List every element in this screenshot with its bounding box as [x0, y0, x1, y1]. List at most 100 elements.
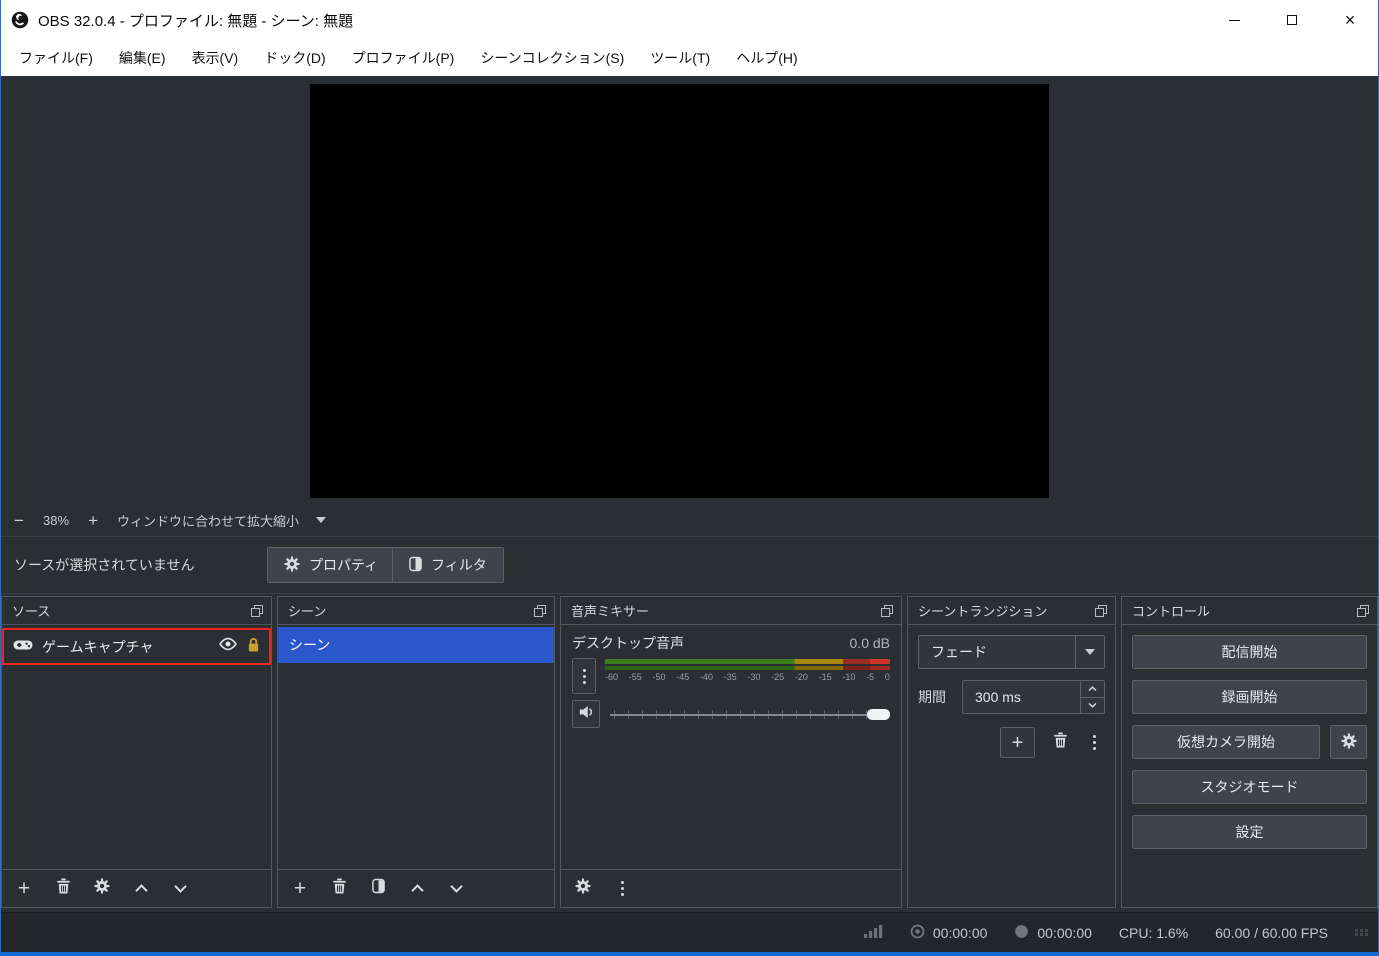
audio-mixer-dock: 音声ミキサー デスクトップ音声 0.0 dB: [560, 596, 902, 908]
gear-icon: [575, 878, 591, 899]
fit-to-window-label[interactable]: ウィンドウに合わせて拡大縮小: [117, 511, 299, 530]
source-item-game-capture[interactable]: ゲームキャプチャ: [2, 628, 271, 665]
move-scene-up-button[interactable]: [408, 877, 426, 901]
virtual-camera-settings-button[interactable]: [1330, 725, 1367, 759]
speaker-icon: [578, 705, 594, 724]
transition-select[interactable]: フェード: [918, 635, 1105, 669]
menu-help[interactable]: ヘルプ(H): [723, 40, 810, 76]
fps-indicator: 60.00 / 60.00 FPS: [1215, 925, 1328, 941]
menu-view[interactable]: 表示(V): [179, 40, 252, 76]
chevron-up-icon: [134, 880, 149, 898]
volume-slider[interactable]: [610, 706, 890, 723]
resize-grip[interactable]: [1355, 929, 1369, 936]
scenes-dock: シーン シーン +: [277, 596, 555, 908]
remove-transition-button[interactable]: [1051, 731, 1069, 755]
trash-icon: [332, 878, 347, 899]
scene-item-selected[interactable]: シーン: [278, 627, 554, 663]
close-button[interactable]: ×: [1321, 0, 1379, 40]
preview-canvas[interactable]: [310, 84, 1049, 498]
transitions-dock-title: シーントランジション: [918, 601, 1047, 620]
start-virtual-camera-button[interactable]: 仮想カメラ開始: [1132, 725, 1320, 759]
minimize-icon: [1229, 20, 1240, 21]
menu-profile[interactable]: プロファイル(P): [339, 40, 468, 76]
popout-icon[interactable]: [534, 605, 546, 617]
scenes-toolbar: +: [278, 869, 554, 907]
add-scene-button[interactable]: +: [291, 877, 309, 901]
maximize-button[interactable]: [1263, 0, 1321, 40]
window-controls: ×: [1205, 0, 1379, 40]
divider: [0, 593, 1379, 594]
mixer-dock-header: 音声ミキサー: [561, 597, 901, 625]
popout-icon[interactable]: [881, 605, 893, 617]
menu-scene-collection[interactable]: シーンコレクション(S): [467, 40, 637, 76]
zoom-level: 38%: [43, 513, 69, 528]
visibility-eye-icon[interactable]: [218, 637, 238, 656]
duration-spin-buttons: [1080, 681, 1104, 713]
menu-tools[interactable]: ツール(T): [637, 40, 723, 76]
titlebar: OBS 32.0.4 - プロファイル: 無題 - シーン: 無題 ×: [0, 0, 1379, 40]
zoom-out-button[interactable]: −: [12, 512, 26, 529]
gamepad-icon: [13, 638, 33, 656]
menu-edit[interactable]: 編集(E): [106, 40, 179, 76]
studio-mode-button[interactable]: スタジオモード: [1132, 770, 1367, 804]
properties-button[interactable]: プロパティ: [267, 547, 395, 583]
record-status-icon: [1014, 924, 1029, 942]
lock-icon[interactable]: [247, 637, 260, 657]
menu-docks[interactable]: ドック(D): [251, 40, 338, 76]
filter-icon: [409, 556, 422, 575]
preview-scale-caret-icon[interactable]: [316, 517, 326, 523]
duration-decrease-button[interactable]: [1081, 698, 1104, 714]
mute-toggle-button[interactable]: [572, 700, 600, 728]
preview-zoom-controls: − 38% + ウィンドウに合わせて拡大縮小: [12, 508, 326, 532]
taskbar-edge: [0, 952, 1379, 956]
source-properties-button[interactable]: [93, 877, 111, 901]
obs-logo-icon: [11, 11, 29, 29]
source-selection-status: ソースが選択されていません: [14, 537, 194, 593]
popout-icon[interactable]: [1357, 605, 1369, 617]
remove-scene-button[interactable]: [330, 877, 348, 901]
filters-button-label: フィルタ: [431, 555, 487, 575]
slider-track: [610, 714, 890, 716]
plus-icon: +: [18, 879, 30, 899]
add-transition-button[interactable]: +: [1000, 727, 1035, 758]
popout-icon[interactable]: [1095, 605, 1107, 617]
sources-dock: ソース ゲームキャプチャ: [1, 596, 272, 908]
remove-source-button[interactable]: [54, 877, 72, 901]
caret-down-icon: [1085, 649, 1095, 655]
duration-spinbox[interactable]: 300 ms: [962, 680, 1105, 714]
minimize-button[interactable]: [1205, 0, 1263, 40]
source-item-label: ゲームキャプチャ: [42, 637, 209, 657]
start-streaming-button[interactable]: 配信開始: [1132, 635, 1367, 669]
transitions-dock-header: シーントランジション: [908, 597, 1115, 625]
sources-list: ゲームキャプチャ: [2, 625, 271, 869]
scenes-dock-header: シーン: [278, 597, 554, 625]
zoom-in-button[interactable]: +: [86, 512, 100, 529]
mixer-toolbar: [561, 869, 901, 907]
filter-icon: [372, 878, 385, 899]
mixer-channel-menu-button[interactable]: [572, 658, 596, 694]
controls-dock-header: コントロール: [1122, 597, 1377, 625]
move-scene-down-button[interactable]: [447, 877, 465, 901]
maximize-icon: [1287, 15, 1297, 25]
chevron-down-icon: [449, 880, 464, 898]
transition-select-dropdown-button[interactable]: [1075, 636, 1104, 668]
mixer-menu-button[interactable]: [613, 877, 631, 901]
scene-filters-button[interactable]: [369, 877, 387, 901]
move-source-down-button[interactable]: [171, 877, 189, 901]
advanced-audio-button[interactable]: [574, 877, 592, 901]
add-source-button[interactable]: +: [15, 877, 33, 901]
duration-label: 期間: [918, 687, 954, 707]
settings-button[interactable]: 設定: [1132, 815, 1367, 849]
duration-increase-button[interactable]: [1081, 681, 1104, 698]
popout-icon[interactable]: [251, 605, 263, 617]
signal-bars-icon: [864, 924, 883, 941]
start-recording-button[interactable]: 録画開始: [1132, 680, 1367, 714]
transition-menu-button[interactable]: [1085, 731, 1103, 755]
kebab-menu-icon: [621, 881, 624, 896]
slider-handle[interactable]: [867, 709, 890, 720]
menu-file[interactable]: ファイル(F): [6, 40, 106, 76]
move-source-up-button[interactable]: [132, 877, 150, 901]
properties-button-label: プロパティ: [309, 555, 378, 575]
filters-button[interactable]: フィルタ: [392, 547, 504, 583]
menu-bar: ファイル(F) 編集(E) 表示(V) ドック(D) プロファイル(P) シーン…: [0, 40, 1379, 76]
